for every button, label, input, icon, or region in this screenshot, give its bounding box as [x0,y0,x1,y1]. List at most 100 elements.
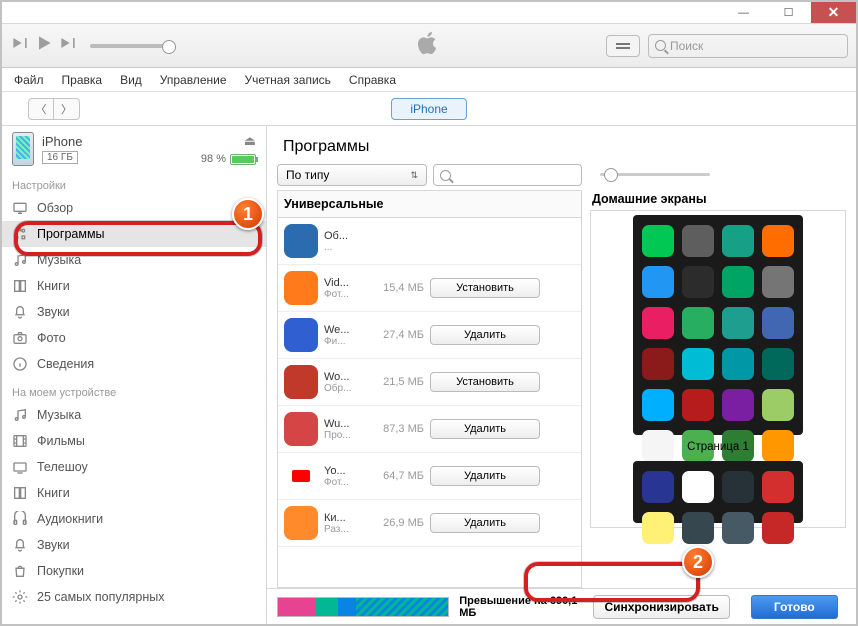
app-subtitle: Раз... [324,524,364,535]
eject-button[interactable]: ⏏ [244,133,256,149]
app-icon [284,459,318,493]
device-scope-pill[interactable]: iPhone [391,98,466,120]
sidebar-item-music[interactable]: Музыка [2,402,266,428]
app-name: Vid... [324,277,364,289]
apple-logo-icon [418,30,440,61]
scope-strip: 〈 〉 iPhone [2,92,856,126]
menu-help[interactable]: Справка [349,73,396,87]
sidebar-item-tv[interactable]: Телешоу [2,454,266,480]
sidebar-item-label: 25 самых популярных [37,590,165,604]
sidebar-item-audiobook[interactable]: Аудиокниги [2,506,266,532]
homescreen-app-icon [682,348,714,380]
app-action-button[interactable]: Установить [430,372,540,392]
app-row[interactable]: Wu...Про...87,3 МБУдалить [278,406,581,453]
app-size: 64,7 МБ [370,470,424,482]
nav-back-button[interactable]: 〈 [28,98,54,120]
sidebar-item-gear[interactable]: 25 самых популярных [2,584,266,610]
sidebar-item-music[interactable]: Музыка [2,247,266,273]
search-placeholder: Поиск [670,39,703,53]
prev-track-button[interactable] [10,33,30,58]
bag-icon [12,563,28,579]
sort-dropdown[interactable]: По типу ⇅ [277,164,427,186]
sidebar-item-display[interactable]: Обзор [2,195,266,221]
app-action-button[interactable]: Удалить [430,325,540,345]
maximize-button[interactable]: ☐ [766,2,811,23]
sidebar-item-label: Программы [37,227,105,241]
menu-account[interactable]: Учетная запись [245,73,331,87]
search-icon [440,170,451,181]
sync-button[interactable]: Синхронизировать [593,595,730,619]
gear-icon [12,589,28,605]
homescreen-app-icon [762,307,794,339]
info-icon [12,356,28,372]
music-icon [12,252,28,268]
home-screens-header: Домашние экраны [590,184,846,210]
player-toolbar: Поиск [2,24,856,68]
nav-forward-button[interactable]: 〉 [54,98,80,120]
app-size: 27,4 МБ [370,329,424,341]
sort-dropdown-label: По типу [286,168,329,182]
next-track-button[interactable] [58,33,78,58]
sidebar-item-bell[interactable]: Звуки [2,532,266,558]
sidebar-item-film[interactable]: Фильмы [2,428,266,454]
app-size: 21,5 МБ [370,376,424,388]
app-row[interactable]: Yo...Фот...64,7 МБУдалить [278,453,581,500]
chevron-updown-icon: ⇅ [410,170,418,181]
sidebar-item-apps[interactable]: Программы [2,221,266,247]
book-icon [12,278,28,294]
menu-view[interactable]: Вид [120,73,142,87]
volume-slider[interactable] [90,44,170,48]
homescreen-app-icon [642,471,674,503]
sidebar-section-settings: Настройки [2,170,266,195]
app-row[interactable]: Об...... [278,218,581,265]
app-action-button[interactable]: Удалить [430,513,540,533]
home-screen-main[interactable] [633,215,803,435]
app-list[interactable]: Об......Vid...Фот...15,4 МБУстановитьWe.… [277,217,582,588]
book-icon [12,485,28,501]
homescreen-app-icon [762,389,794,421]
app-name: Wo... [324,371,364,383]
app-icon [284,224,318,258]
sidebar-section-ondevice: На моем устройстве [2,377,266,402]
app-icon [284,412,318,446]
list-view-button[interactable] [606,35,640,57]
menu-edit[interactable]: Правка [62,73,103,87]
sidebar-item-book[interactable]: Книги [2,480,266,506]
homescreen-app-icon [762,471,794,503]
sidebar-item-label: Музыка [37,408,81,422]
app-action-button[interactable]: Удалить [430,466,540,486]
app-row[interactable]: We...Фи...27,4 МБУдалить [278,312,581,359]
sidebar-item-label: Фильмы [37,434,85,448]
play-button[interactable] [34,33,54,58]
sidebar-item-bell[interactable]: Звуки [2,299,266,325]
sidebar-item-label: Сведения [37,357,94,371]
sidebar-item-bag[interactable]: Покупки [2,558,266,584]
minimize-button[interactable]: — [721,2,766,23]
sidebar-item-camera[interactable]: Фото [2,325,266,351]
app-subtitle: Фот... [324,289,364,300]
app-row[interactable]: Vid...Фот...15,4 МБУстановить [278,265,581,312]
sidebar-item-book[interactable]: Книги [2,273,266,299]
sidebar-item-info[interactable]: Сведения [2,351,266,377]
home-screen-page-1[interactable] [633,461,803,523]
search-input[interactable]: Поиск [648,34,848,58]
app-action-button[interactable]: Установить [430,278,540,298]
footer-bar: Превышение на 690,1 МБ Синхронизировать … [267,588,856,624]
close-button[interactable]: ✕ [811,2,856,23]
homescreen-app-icon [762,225,794,257]
homescreen-app-icon [642,307,674,339]
homescreen-app-icon [722,471,754,503]
app-action-button[interactable]: Удалить [430,419,540,439]
menu-file[interactable]: Файл [14,73,44,87]
app-row[interactable]: Ки...Раз...26,9 МБУдалить [278,500,581,547]
zoom-slider[interactable] [590,164,846,184]
done-button[interactable]: Готово [751,595,838,619]
menu-controls[interactable]: Управление [160,73,227,87]
bell-icon [12,304,28,320]
homescreen-app-icon [722,307,754,339]
film-icon [12,433,28,449]
app-row[interactable]: Wo...Обр...21,5 МБУстановить [278,359,581,406]
device-header: iPhone 16 ГБ ⏏ 98 % [2,126,266,170]
apps-search-input[interactable] [433,164,582,186]
page-label: Страница 1 [687,441,749,453]
